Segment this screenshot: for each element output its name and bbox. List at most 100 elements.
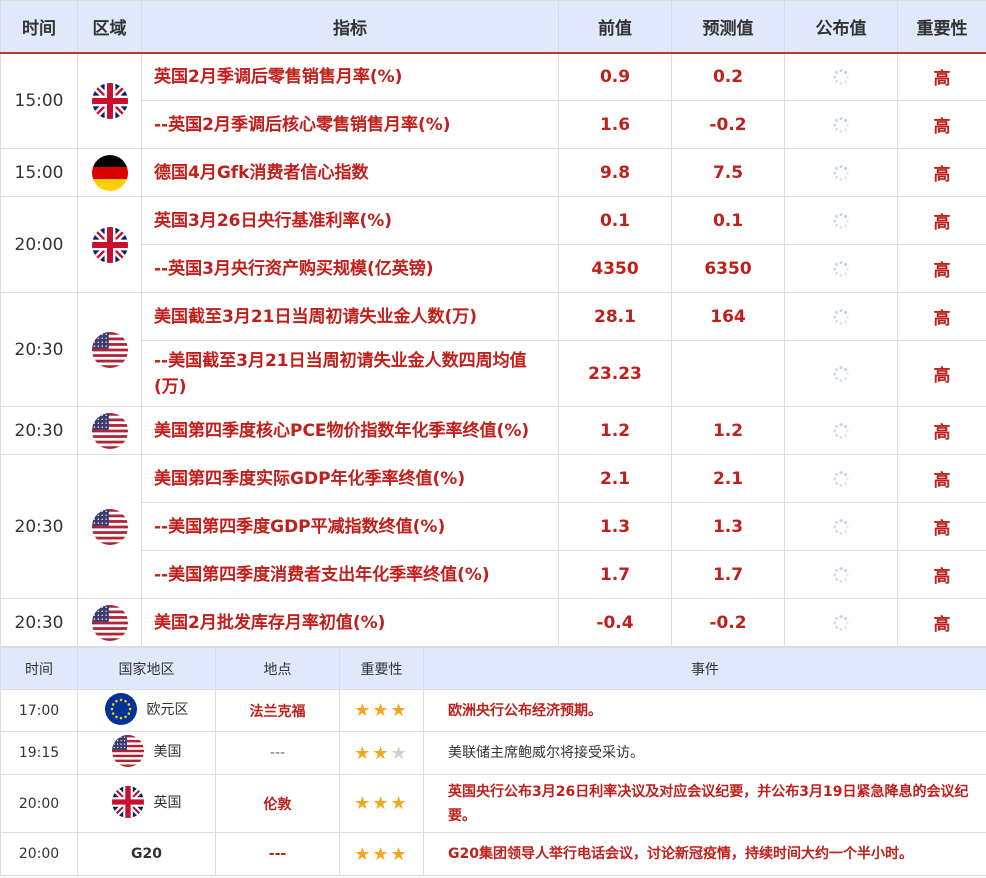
header-importance: 重要性 <box>897 0 986 54</box>
header-actual: 公布值 <box>784 0 898 54</box>
us-flag-icon <box>91 508 128 545</box>
actual-cell <box>784 454 898 503</box>
previous-cell: 1.2 <box>558 406 672 455</box>
us-flag-icon <box>91 331 128 368</box>
region-cell <box>77 292 142 407</box>
region-cell <box>77 196 142 293</box>
importance-cell: 高 <box>897 292 986 341</box>
indicator-cell[interactable]: --美国截至3月21日当周初请失业金人数四周均值(万) <box>141 340 559 407</box>
actual-cell <box>784 340 898 407</box>
region-cell <box>77 598 142 647</box>
star-rating-icon: ★★★ <box>354 793 409 814</box>
indicator-cell[interactable]: 德国4月Gfk消费者信心指数 <box>141 148 559 197</box>
header-forecast: 预测值 <box>671 0 785 54</box>
uk-flag-icon <box>91 82 128 119</box>
importance-cell: 高 <box>897 52 986 101</box>
importance-cell: 高 <box>897 502 986 551</box>
time-cell: 20:00 <box>0 196 78 293</box>
importance-cell: 高 <box>897 454 986 503</box>
table-row: 20:00 G20 --- ★★★ G20集团领导人举行电话会议，讨论新冠疫情，… <box>0 832 986 876</box>
actual-cell <box>784 598 898 647</box>
header-event: 事件 <box>423 647 986 690</box>
loading-spinner-icon <box>832 212 850 230</box>
header-country: 国家地区 <box>77 647 216 690</box>
loading-spinner-icon <box>832 614 850 632</box>
indicator-cell[interactable]: 英国2月季调后零售销售月率(%) <box>141 52 559 101</box>
indicator-cell[interactable]: 美国2月批发库存月率初值(%) <box>141 598 559 647</box>
events-table: 时间 国家地区 地点 重要性 事件 17:00 欧元区 法兰克福 ★★★ 欧洲央… <box>0 647 986 876</box>
table-row: 19:15 美国 --- ★★★ 美联储主席鲍威尔将接受采访。 <box>0 731 986 775</box>
event-cell[interactable]: 欧洲央行公布经济预期。 <box>423 689 986 732</box>
country-cell: 英国 <box>77 774 216 833</box>
header-region: 区域 <box>77 0 142 54</box>
forecast-cell <box>671 340 785 407</box>
indicator-cell[interactable]: 美国第四季度实际GDP年化季率终值(%) <box>141 454 559 503</box>
location-cell: 法兰克福 <box>215 689 340 732</box>
forecast-cell: 1.7 <box>671 550 785 599</box>
previous-cell: 1.7 <box>558 550 672 599</box>
loading-spinner-icon <box>832 164 850 182</box>
actual-cell <box>784 406 898 455</box>
importance-cell: 高 <box>897 550 986 599</box>
region-cell <box>77 52 142 149</box>
event-cell[interactable]: 英国央行公布3月26日利率决议及对应会议纪要，并公布3月19日紧急降息的会议纪要… <box>423 774 986 833</box>
indicator-cell[interactable]: 英国3月26日央行基准利率(%) <box>141 196 559 245</box>
country-label: 欧元区 <box>146 701 189 718</box>
loading-spinner-icon <box>832 68 850 86</box>
loading-spinner-icon <box>832 518 850 536</box>
table-row: 20:30 美国第四季度实际GDP年化季率终值(%) 2.1 2.1 高 <box>0 454 986 599</box>
previous-cell: 1.3 <box>558 502 672 551</box>
indicator-cell[interactable]: --美国第四季度消费者支出年化季率终值(%) <box>141 550 559 599</box>
indicator-cell[interactable]: --英国2月季调后核心零售销售月率(%) <box>141 100 559 149</box>
header-time: 时间 <box>0 0 78 54</box>
header-location: 地点 <box>215 647 340 690</box>
event-cell[interactable]: 美联储主席鲍威尔将接受采访。 <box>423 731 986 775</box>
table-row: 17:00 欧元区 法兰克福 ★★★ 欧洲央行公布经济预期。 <box>0 689 986 732</box>
time-cell: 20:30 <box>0 598 78 647</box>
loading-spinner-icon <box>832 365 850 383</box>
actual-cell <box>784 100 898 149</box>
time-cell: 15:00 <box>0 148 78 197</box>
table-row: 15:00 德国4月Gfk消费者信心指数 9.8 7.5 高 <box>0 148 986 197</box>
header-importance: 重要性 <box>339 647 424 690</box>
table-row: 20:30 美国2月批发库存月率初值(%) -0.4 -0.2 高 <box>0 598 986 647</box>
forecast-cell: 0.2 <box>671 52 785 101</box>
uk-flag-icon <box>111 785 144 818</box>
time-cell: 20:00 <box>0 774 78 833</box>
region-cell <box>77 148 142 197</box>
country-label: G20 <box>131 846 162 862</box>
indicator-cell[interactable]: 美国第四季度核心PCE物价指数年化季率终值(%) <box>141 406 559 455</box>
germany-flag-icon <box>91 154 128 191</box>
indicator-cell[interactable]: --英国3月央行资产购买规模(亿英镑) <box>141 244 559 293</box>
time-cell: 19:15 <box>0 731 78 775</box>
header-time: 时间 <box>0 647 78 690</box>
us-flag-icon <box>91 604 128 641</box>
time-cell: 20:30 <box>0 292 78 407</box>
country-label: 美国 <box>153 744 182 760</box>
location-cell: --- <box>215 731 340 775</box>
loading-spinner-icon <box>832 566 850 584</box>
indicator-cell[interactable]: 美国截至3月21日当周初请失业金人数(万) <box>141 292 559 341</box>
actual-cell <box>784 292 898 341</box>
indicator-cell[interactable]: --美国第四季度GDP平减指数终值(%) <box>141 502 559 551</box>
eu-flag-icon <box>104 692 137 725</box>
forecast-cell: 7.5 <box>671 148 785 197</box>
table-header-row: 时间 区域 指标 前值 预测值 公布值 重要性 <box>0 0 986 54</box>
us-flag-icon <box>91 412 128 449</box>
importance-cell: 高 <box>897 100 986 149</box>
forecast-cell: 2.1 <box>671 454 785 503</box>
previous-cell: 9.8 <box>558 148 672 197</box>
previous-cell: -0.4 <box>558 598 672 647</box>
country-cell: 欧元区 <box>77 689 216 732</box>
previous-cell: 28.1 <box>558 292 672 341</box>
loading-spinner-icon <box>832 260 850 278</box>
actual-cell <box>784 52 898 101</box>
loading-spinner-icon <box>832 470 850 488</box>
previous-cell: 0.1 <box>558 196 672 245</box>
table-row: --美国第四季度GDP平减指数终值(%) 1.3 1.3 高 <box>1 502 986 551</box>
location-cell: 伦敦 <box>215 774 340 833</box>
event-cell[interactable]: G20集团领导人举行电话会议，讨论新冠疫情，持续时间大约一个半小时。 <box>423 832 986 876</box>
location-cell: --- <box>215 832 340 876</box>
importance-cell: 高 <box>897 148 986 197</box>
forecast-cell: -0.2 <box>671 598 785 647</box>
